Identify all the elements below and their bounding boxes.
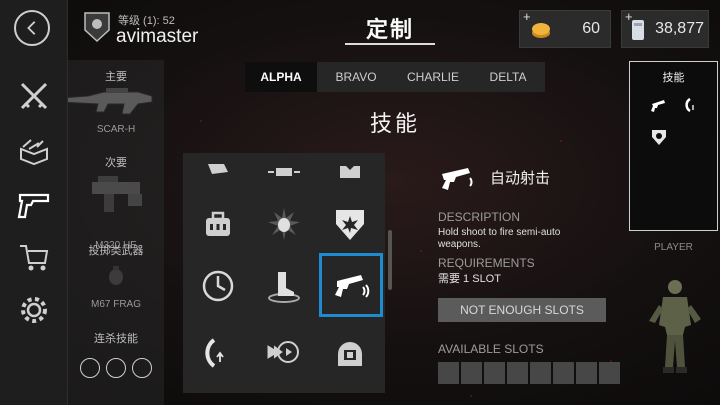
tab-alpha[interactable]: ALPHA bbox=[245, 62, 317, 92]
clock-icon bbox=[202, 270, 234, 302]
skill-helmet[interactable] bbox=[319, 321, 381, 383]
description-text: Hold shoot to fire semi-auto weapons. bbox=[438, 227, 561, 250]
slot bbox=[599, 362, 620, 384]
not-enough-slots-button[interactable]: NOT ENOUGH SLOTS bbox=[438, 298, 606, 322]
primary-weapon-name: SCAR-H bbox=[96, 124, 136, 135]
skill-toolkit[interactable] bbox=[187, 193, 249, 255]
skill-grenade-blast[interactable] bbox=[253, 193, 315, 255]
skill-clock[interactable] bbox=[187, 255, 249, 317]
helmet-icon bbox=[338, 342, 362, 366]
killstreak-slot-1[interactable] bbox=[80, 358, 100, 378]
back-button[interactable] bbox=[14, 10, 50, 46]
boot-icon bbox=[268, 272, 300, 303]
melee-swords-icon bbox=[20, 82, 48, 110]
equipped-skills-title: 技能 bbox=[662, 72, 685, 84]
gear-icon bbox=[21, 297, 47, 323]
skill-vest[interactable] bbox=[319, 153, 381, 193]
grid-scrollbar[interactable] bbox=[388, 230, 392, 290]
target-dash-icon bbox=[267, 341, 299, 363]
tab-delta[interactable]: DELTA bbox=[471, 62, 545, 92]
vest-icon bbox=[340, 166, 360, 178]
nav-equipment-button[interactable] bbox=[14, 132, 54, 172]
username: avimaster bbox=[116, 26, 199, 47]
skill-grid bbox=[183, 153, 385, 393]
secondary-weapon-image[interactable] bbox=[68, 172, 164, 222]
credits-currency[interactable]: + 38,877 bbox=[621, 9, 709, 48]
left-nav bbox=[0, 0, 68, 405]
credits-amount: 38,877 bbox=[655, 20, 704, 37]
slot bbox=[438, 362, 459, 384]
player-label: PLAYER bbox=[654, 242, 693, 253]
loadout-tabs: ALPHA BRAVO CHARLIE DELTA bbox=[245, 62, 545, 92]
skill-stance[interactable] bbox=[187, 321, 249, 383]
skill-target-dash[interactable] bbox=[253, 321, 315, 383]
armor-plate-icon bbox=[268, 168, 300, 176]
slot bbox=[484, 362, 505, 384]
gold-coins-icon bbox=[532, 23, 550, 38]
section-title: 技能 bbox=[369, 111, 420, 136]
skill-semi-auto[interactable] bbox=[319, 253, 383, 317]
tab-bravo[interactable]: BRAVO bbox=[317, 62, 395, 92]
skill-armor-plate[interactable] bbox=[253, 153, 315, 193]
slot bbox=[553, 362, 574, 384]
tab-charlie[interactable]: CHARLIE bbox=[395, 62, 471, 92]
skill-boot[interactable] bbox=[253, 255, 315, 317]
equipped-stance-icon bbox=[685, 97, 694, 113]
semi-auto-pistol-icon bbox=[335, 275, 370, 298]
nav-settings-button[interactable] bbox=[14, 290, 54, 330]
equipped-blast-shield-icon bbox=[652, 130, 666, 145]
nav-store-button[interactable] bbox=[14, 238, 54, 278]
pistol-icon bbox=[17, 193, 50, 219]
grenade-blast-icon bbox=[268, 208, 300, 240]
description-heading: DESCRIPTION bbox=[438, 210, 521, 224]
gold-currency[interactable]: + 60 bbox=[519, 9, 611, 48]
blast-shield-icon bbox=[336, 210, 364, 240]
cart-icon bbox=[20, 245, 49, 271]
gold-amount: 60 bbox=[582, 20, 600, 37]
throwable-name: M67 FRAG bbox=[90, 299, 141, 310]
rank-badge-icon bbox=[84, 12, 110, 43]
loadout-panel: 主要 SCAR-H 次要 M320 HE 投掷类武器 M67 FRAG 连杀技能 bbox=[68, 60, 164, 405]
killstreak-slot-3[interactable] bbox=[132, 358, 152, 378]
requirements-text: 需要 1 SLOT bbox=[438, 273, 501, 285]
player-soldier-image bbox=[649, 280, 701, 373]
available-slots-row bbox=[438, 362, 624, 384]
slot bbox=[576, 362, 597, 384]
credits-icon bbox=[632, 20, 644, 40]
killstreak-slot-2[interactable] bbox=[106, 358, 126, 378]
box-icon bbox=[20, 139, 48, 166]
nav-weapons-button[interactable] bbox=[14, 184, 54, 224]
fist-icon bbox=[208, 164, 228, 174]
title-underline bbox=[345, 43, 435, 45]
killstreak-label: 连杀技能 bbox=[94, 333, 138, 345]
skill-name: 自动射击 bbox=[490, 170, 551, 187]
throwable-label: 投掷类武器 bbox=[88, 245, 144, 257]
slot bbox=[461, 362, 482, 384]
player-profile: 等级 (1): 52 avimaster bbox=[82, 8, 232, 48]
primary-weapon-image[interactable] bbox=[68, 84, 164, 124]
secondary-label: 次要 bbox=[105, 157, 127, 169]
grenade-image[interactable] bbox=[106, 264, 126, 286]
toolkit-icon bbox=[206, 211, 230, 236]
equipped-semi-auto-icon bbox=[651, 100, 665, 112]
skill-blast-shield[interactable] bbox=[319, 193, 381, 255]
primary-label: 主要 bbox=[105, 71, 127, 83]
screen-title: 定制 bbox=[365, 17, 414, 42]
nav-melee-button[interactable] bbox=[14, 76, 54, 116]
slot bbox=[530, 362, 551, 384]
equipped-skills-panel[interactable]: 技能 bbox=[629, 61, 718, 231]
selected-skill-icon bbox=[442, 168, 473, 190]
available-slots-heading: AVAILABLE SLOTS bbox=[438, 342, 544, 356]
slot bbox=[507, 362, 528, 384]
skill-fist[interactable] bbox=[187, 153, 249, 193]
back-icon bbox=[27, 21, 36, 35]
requirements-heading: REQUIREMENTS bbox=[438, 256, 535, 270]
stance-icon bbox=[205, 338, 224, 368]
